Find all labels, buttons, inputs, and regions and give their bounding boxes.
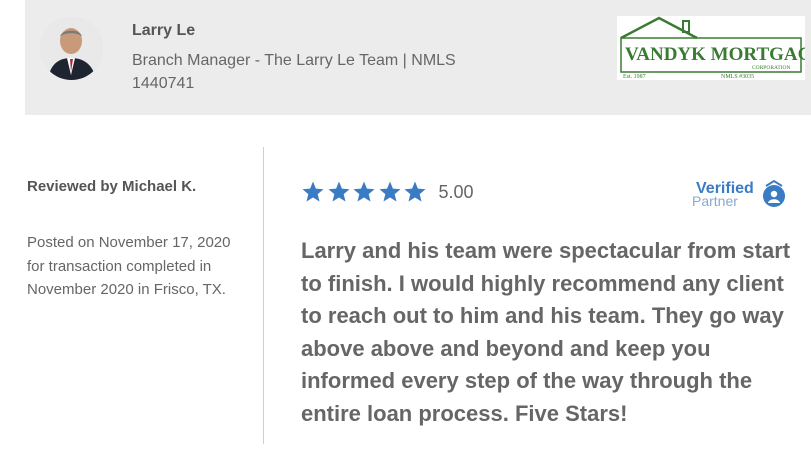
review-meta: Reviewed by Michael K. Posted on Novembe… [27,178,242,302]
star-icon [404,181,426,202]
company-logo[interactable]: VANDYK MORTGAGE CORPORATION Est. 1987 NM… [617,16,811,80]
agent-header: Larry Le Branch Manager - The Larry Le T… [25,0,811,115]
agent-name[interactable]: Larry Le [132,22,195,40]
logo-est: Est. 1987 [623,74,646,80]
agent-title: Branch Manager - The Larry Le Team | NML… [132,52,456,92]
badge-line2: Partner [692,193,738,209]
rating-value: 5.00 [438,181,474,202]
star-icon [379,181,400,202]
star-icon [353,181,375,202]
reviewer-name: Reviewed by Michael K. [27,178,197,195]
verified-partner-badge[interactable]: Verified Partner [692,178,788,210]
star-icon [328,181,349,202]
logo-nmls: NMLS #3035 [721,74,754,80]
logo-name: VANDYK MORTGAGE [625,44,805,65]
review-text: Larry and his team were spectacular from… [301,238,791,426]
logo-subline: CORPORATION [752,65,791,71]
agent-avatar[interactable] [40,17,103,80]
star-icon [302,181,324,202]
posted-info: Posted on November 17, 2020 for transact… [27,234,231,298]
star-rating: 5.00 [301,178,474,206]
column-divider [263,147,264,444]
